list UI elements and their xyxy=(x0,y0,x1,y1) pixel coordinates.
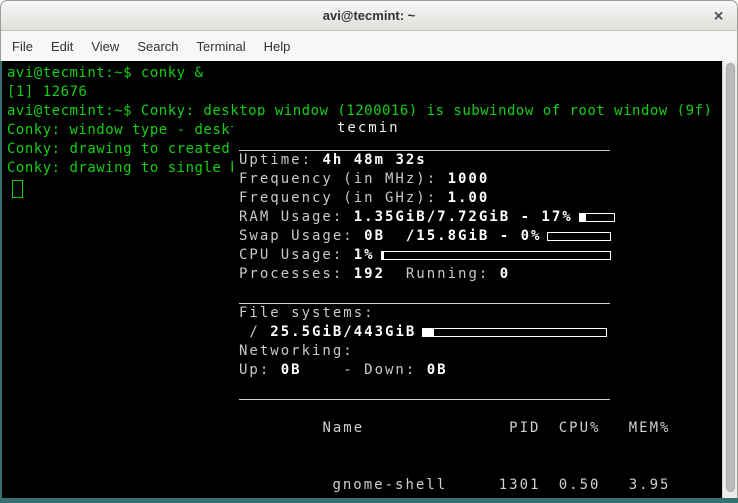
filesystems-header: File systems: xyxy=(239,304,721,323)
cpu-progress-bar xyxy=(381,251,611,260)
process-name: gnome-shell xyxy=(322,476,462,495)
fs-usage-value: 25.5GiB/443GiB xyxy=(270,324,416,340)
terminal-line: [1] 12676 xyxy=(7,83,737,102)
ram-progress-bar xyxy=(579,213,615,222)
fs-progress-bar xyxy=(422,328,607,337)
up-value: 0B xyxy=(281,362,302,378)
networking-header: Networking: xyxy=(239,342,721,361)
network-line: Up: 0B - Down: 0B xyxy=(239,361,721,380)
conky-overlay: tecmin Uptime: 4h 48m 32s Frequency (in … xyxy=(233,116,721,498)
terminal-line: avi@tecmint:~$ conky & xyxy=(7,64,737,83)
running-label: Running: xyxy=(385,266,500,282)
running-value: 0 xyxy=(500,266,510,282)
col-header-cpu: CPU% xyxy=(540,419,600,438)
freq-ghz-line: Frequency (in GHz): 1.00 xyxy=(239,189,721,208)
menu-terminal[interactable]: Terminal xyxy=(188,36,255,57)
menu-view[interactable]: View xyxy=(82,36,128,57)
freq-mhz-label: Frequency (in MHz): xyxy=(239,171,448,187)
process-table-header: NamePIDCPU%MEM% xyxy=(239,400,721,457)
table-row: gnome-shell13010.503.95 xyxy=(239,457,721,498)
swap-label: Swap Usage: xyxy=(239,228,364,244)
titlebar[interactable]: avi@tecmint: ~ ✕ xyxy=(0,0,738,31)
scrollbar-thumb[interactable] xyxy=(726,63,735,492)
cpu-line: CPU Usage: 1% xyxy=(239,246,721,265)
uptime-value: 4h 48m 32s xyxy=(322,152,426,168)
process-mem: 3.95 xyxy=(600,476,670,495)
close-icon[interactable]: ✕ xyxy=(713,9,724,22)
uptime-label: Uptime: xyxy=(239,152,322,168)
cpu-value: 1% xyxy=(354,247,375,263)
menu-search[interactable]: Search xyxy=(128,36,187,57)
swap-value: 0B /15.8GiB - 0% xyxy=(364,228,541,244)
up-label: Up: xyxy=(239,362,281,378)
window-bottom-border xyxy=(0,498,738,503)
processes-label: Processes: xyxy=(239,266,354,282)
terminal-cursor xyxy=(12,180,23,198)
freq-mhz-line: Frequency (in MHz): 1000 xyxy=(239,170,721,189)
col-header-pid: PID xyxy=(462,419,540,438)
ram-label: RAM Usage: xyxy=(239,209,354,225)
freq-mhz-value: 1000 xyxy=(448,171,490,187)
menubar: File Edit View Search Terminal Help xyxy=(0,31,738,61)
scrollbar[interactable] xyxy=(722,61,737,498)
down-value: 0B xyxy=(427,362,448,378)
conky-title: tecmin xyxy=(337,116,721,138)
window-title: avi@tecmint: ~ xyxy=(323,8,416,23)
processes-line: Processes: 192 Running: 0 xyxy=(239,265,721,284)
ram-line: RAM Usage: 1.35GiB/7.72GiB - 17% xyxy=(239,208,721,227)
col-header-name: Name xyxy=(322,419,462,438)
menu-edit[interactable]: Edit xyxy=(42,36,82,57)
process-cpu: 0.50 xyxy=(540,476,600,495)
terminal-viewport[interactable]: avi@tecmint:~$ conky & [1] 12676 avi@tec… xyxy=(0,61,738,498)
menu-file[interactable]: File xyxy=(3,36,42,57)
cpu-label: CPU Usage: xyxy=(239,247,354,263)
swap-line: Swap Usage: 0B /15.8GiB - 0% xyxy=(239,227,721,246)
freq-ghz-value: 1.00 xyxy=(448,190,490,206)
uptime-line: Uptime: 4h 48m 32s xyxy=(239,151,721,170)
ram-value: 1.35GiB/7.72GiB - 17% xyxy=(354,209,573,225)
processes-value: 192 xyxy=(354,266,385,282)
terminal-window: avi@tecmint: ~ ✕ File Edit View Search T… xyxy=(0,0,738,503)
col-header-mem: MEM% xyxy=(600,419,670,438)
fs-mount-label: / xyxy=(239,324,270,340)
down-label: - Down: xyxy=(302,362,427,378)
swap-progress-bar xyxy=(547,232,611,241)
freq-ghz-label: Frequency (in GHz): xyxy=(239,190,448,206)
filesystem-root-line: / 25.5GiB/443GiB xyxy=(239,323,721,342)
process-pid: 1301 xyxy=(462,476,540,495)
menu-help[interactable]: Help xyxy=(255,36,300,57)
